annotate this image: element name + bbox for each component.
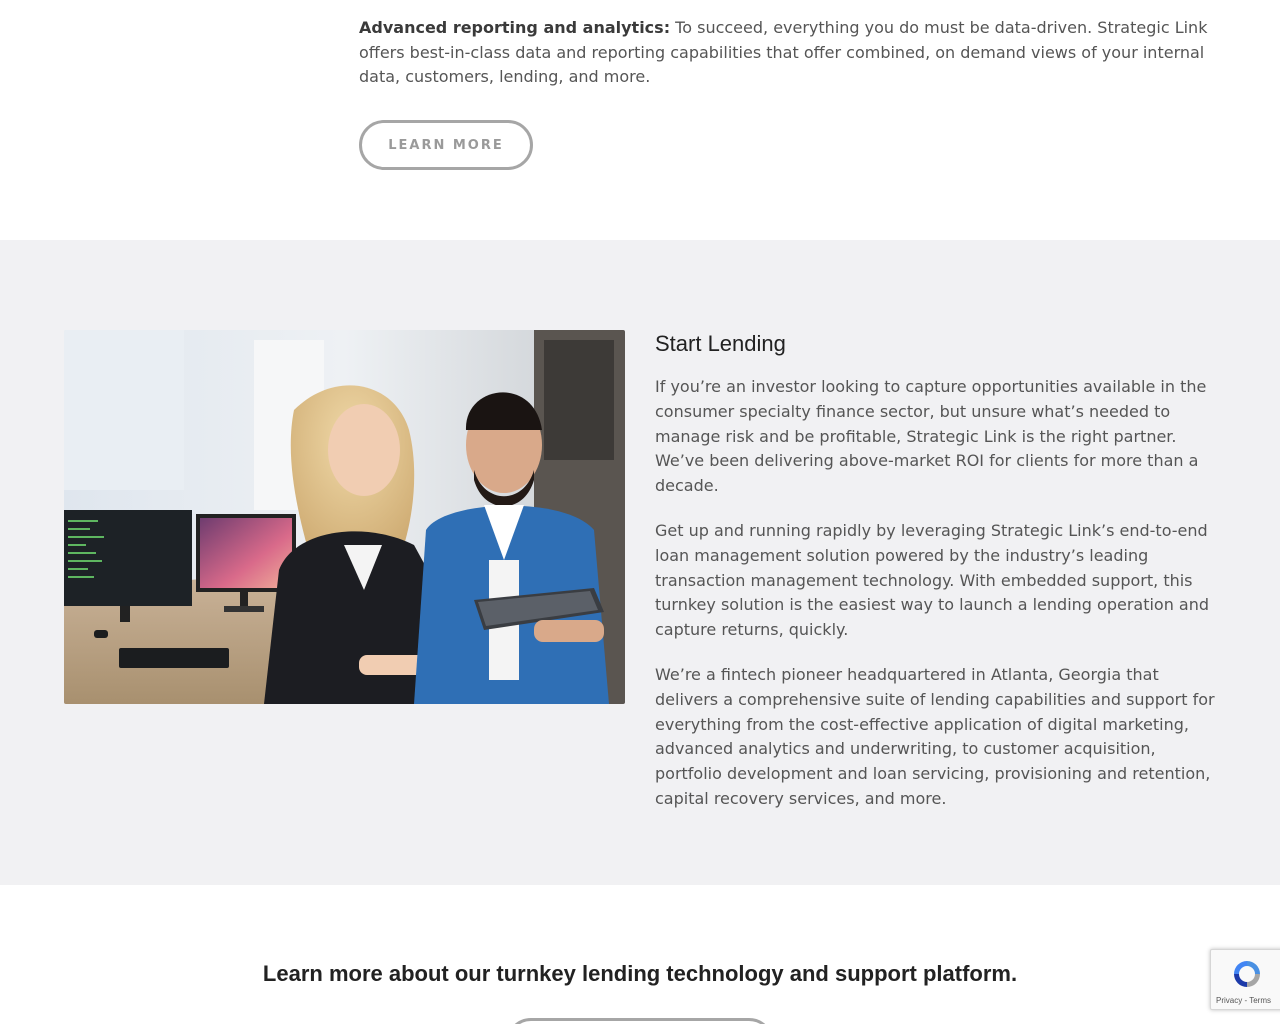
privacy-link[interactable]: Privacy bbox=[1216, 996, 1242, 1005]
recaptcha-icon bbox=[1231, 958, 1263, 994]
start-lending-section: Start Lending If you’re an investor look… bbox=[0, 240, 1280, 885]
terms-link[interactable]: Terms bbox=[1249, 996, 1271, 1005]
learn-more-button[interactable]: LEARN MORE bbox=[359, 120, 533, 170]
cta-heading: Learn more about our turnkey lending tec… bbox=[262, 961, 1018, 986]
start-lending-content: Start Lending If you’re an investor look… bbox=[655, 330, 1220, 832]
recaptcha-badge[interactable]: Privacy - Terms bbox=[1210, 949, 1280, 1010]
reporting-paragraph: Advanced reporting and analytics: To suc… bbox=[359, 16, 1219, 90]
start-lending-title: Start Lending bbox=[655, 331, 786, 356]
start-lending-paragraph-3: We’re a fintech pioneer headquartered in… bbox=[655, 664, 1215, 808]
office-photo bbox=[64, 330, 625, 704]
cta-section: Learn more about our turnkey lending tec… bbox=[0, 885, 1280, 1024]
cta-button[interactable] bbox=[506, 1018, 774, 1024]
recaptcha-links: Privacy - Terms bbox=[1216, 996, 1271, 1005]
start-lending-paragraph-2: Get up and running rapidly by leveraging… bbox=[655, 520, 1210, 640]
reporting-lead: Advanced reporting and analytics: bbox=[359, 18, 671, 37]
start-lending-paragraph-1: If you’re an investor looking to capture… bbox=[655, 377, 1207, 496]
reporting-section: Advanced reporting and analytics: To suc… bbox=[0, 0, 1280, 240]
